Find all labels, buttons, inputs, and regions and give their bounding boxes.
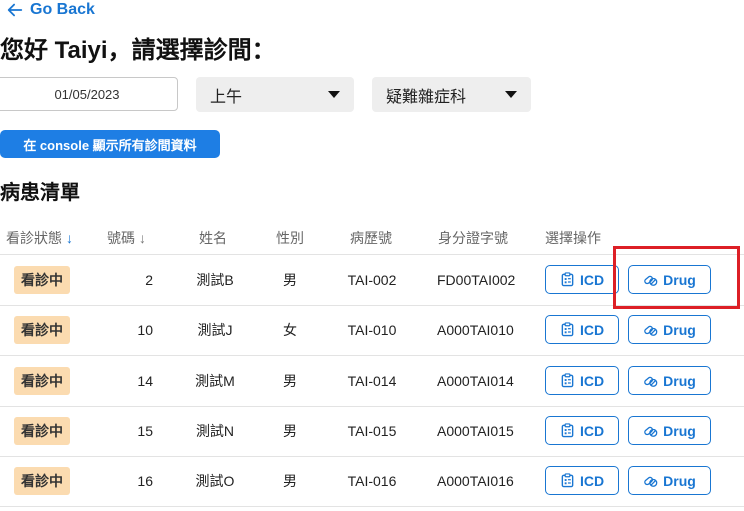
icd-button[interactable]: ICD (545, 466, 619, 495)
record-no-cell: TAI-014 (347, 373, 397, 389)
header-actions: 選擇操作 (545, 230, 601, 246)
number-cell: 15 (137, 423, 153, 439)
header-id-no: 身分證字號 (438, 230, 508, 246)
table-row: 看診中 14 測試M 男 TAI-014 A000TAI014 ICD Drug (0, 356, 744, 406)
id-no-cell: A000TAI010 (437, 322, 514, 338)
header-number[interactable]: 號碼 ↓ (107, 228, 146, 248)
id-no-cell: FD00TAI002 (437, 272, 516, 288)
gender-cell: 男 (283, 473, 297, 489)
record-no-cell: TAI-002 (347, 272, 397, 288)
header-name: 姓名 (199, 230, 227, 246)
drug-button-label: Drug (663, 321, 696, 338)
id-no-cell: A000TAI015 (437, 423, 514, 439)
clipboard-icon (561, 473, 574, 488)
record-no-cell: TAI-016 (347, 473, 397, 489)
header-status-label: 看診狀態 (6, 230, 62, 246)
name-cell: 測試J (197, 322, 233, 338)
date-input[interactable] (0, 77, 178, 111)
drug-button[interactable]: Drug (628, 366, 711, 395)
header-record-no: 病歷號 (350, 230, 392, 246)
console-show-all-button[interactable]: 在 console 顯示所有診間資料 (0, 130, 220, 158)
icd-button-label: ICD (579, 271, 605, 288)
number-cell: 10 (137, 322, 153, 338)
status-badge: 看診中 (14, 417, 70, 445)
drug-button[interactable]: Drug (628, 416, 711, 445)
icd-button-label: ICD (579, 321, 605, 338)
go-back-link[interactable]: Go Back (6, 0, 95, 20)
gender-cell: 男 (283, 423, 297, 439)
icd-button-label: ICD (579, 372, 605, 389)
status-badge: 看診中 (14, 266, 70, 294)
pill-icon (644, 275, 658, 286)
gender-cell: 男 (283, 272, 297, 288)
sort-arrow-icon: ↓ (139, 230, 146, 246)
status-cell: 看診中 (14, 456, 70, 506)
number-cell: 14 (137, 373, 153, 389)
header-number-label: 號碼 (107, 230, 135, 246)
icd-button-label: ICD (579, 422, 605, 439)
status-cell: 看診中 (14, 305, 70, 355)
status-cell: 看診中 (14, 406, 70, 456)
gender-cell: 女 (283, 322, 297, 338)
icd-button[interactable]: ICD (545, 315, 619, 344)
department-select[interactable]: 疑難雜症科 (372, 77, 531, 112)
drug-button-label: Drug (663, 372, 696, 389)
page-title: 您好 Taiyi，請選擇診間： (0, 37, 276, 64)
clipboard-icon (561, 322, 574, 337)
pill-icon (644, 325, 658, 336)
status-badge: 看診中 (14, 316, 70, 344)
number-cell: 2 (145, 272, 153, 288)
go-back-label: Go Back (30, 1, 95, 18)
pill-icon (644, 426, 658, 437)
id-no-cell: A000TAI016 (437, 473, 514, 489)
id-no-cell: A000TAI014 (437, 373, 514, 389)
header-gender: 性別 (276, 230, 304, 246)
status-badge: 看診中 (14, 367, 70, 395)
table-row: 看診中 2 測試B 男 TAI-002 FD00TAI002 ICD Drug (0, 255, 744, 305)
time-select[interactable]: 上午 (196, 77, 354, 112)
icd-button[interactable]: ICD (545, 265, 619, 294)
status-badge: 看診中 (14, 467, 70, 495)
number-cell: 16 (137, 473, 153, 489)
pill-icon (644, 376, 658, 387)
drug-button-label: Drug (663, 422, 696, 439)
table-row: 看診中 10 測試J 女 TAI-010 A000TAI010 ICD Drug (0, 305, 744, 355)
caret-down-icon (328, 91, 340, 98)
time-select-value: 上午 (210, 88, 243, 106)
status-cell: 看診中 (14, 255, 70, 305)
drug-button-label: Drug (663, 271, 696, 288)
name-cell: 測試B (196, 272, 234, 288)
icd-button-label: ICD (579, 472, 605, 489)
record-no-cell: TAI-010 (347, 322, 397, 338)
name-cell: 測試N (195, 423, 235, 439)
clipboard-icon (561, 423, 574, 438)
header-status[interactable]: 看診狀態 ↓ (6, 228, 73, 248)
caret-down-icon (505, 91, 517, 98)
clipboard-icon (561, 373, 574, 388)
row-divider (0, 506, 744, 507)
status-cell: 看診中 (14, 356, 70, 406)
icd-button[interactable]: ICD (545, 416, 619, 445)
drug-button-label: Drug (663, 472, 696, 489)
table-row: 看診中 15 測試N 男 TAI-015 A000TAI015 ICD Drug (0, 406, 744, 456)
gender-cell: 男 (283, 373, 297, 389)
department-select-value: 疑難雜症科 (386, 88, 467, 106)
icd-button[interactable]: ICD (545, 366, 619, 395)
pill-icon (644, 476, 658, 487)
table-row: 看診中 16 測試O 男 TAI-016 A000TAI016 ICD Drug (0, 456, 744, 506)
drug-button[interactable]: Drug (628, 466, 711, 495)
sort-arrow-icon: ↓ (66, 230, 73, 246)
drug-button[interactable]: Drug (628, 315, 711, 344)
name-cell: 測試M (195, 373, 235, 389)
clipboard-icon (561, 272, 574, 287)
section-title: 病患清單 (0, 182, 80, 204)
drug-button[interactable]: Drug (628, 265, 711, 294)
arrow-left-icon (7, 3, 23, 17)
record-no-cell: TAI-015 (347, 423, 397, 439)
name-cell: 測試O (195, 473, 235, 489)
